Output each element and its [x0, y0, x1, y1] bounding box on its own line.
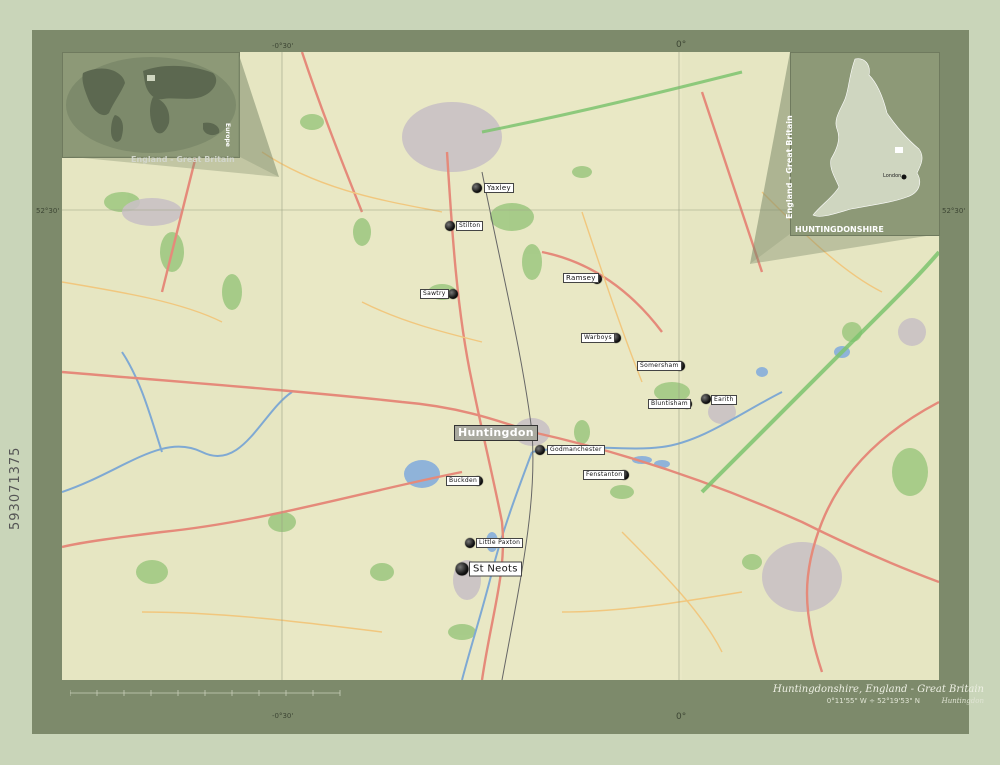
place-label-warboys: Warboys — [581, 333, 615, 343]
coord-right-mid: 52°30' — [942, 207, 966, 215]
place-marker-st-neots[interactable] — [455, 562, 469, 576]
place-marker-little-paxton[interactable] — [465, 538, 475, 548]
place-marker-stilton[interactable] — [445, 221, 455, 231]
footer-title: Huntingdonshire, England - Great Britain — [772, 684, 984, 695]
place-marker-godmanchester[interactable] — [535, 445, 545, 455]
england-inset-region-label: HUNTINGDONSHIRE — [795, 225, 884, 234]
place-label-ramsey: Ramsey — [563, 273, 599, 283]
footer-coordinates: 0°11'55" W ÷ 52°19'53" N — [826, 697, 920, 705]
place-marker-sawtry[interactable] — [448, 289, 458, 299]
place-label-stilton: Stilton — [456, 221, 484, 231]
place-label-yaxley: Yaxley — [484, 183, 514, 193]
place-label-st-neots: St Neots — [469, 561, 522, 577]
place-label-somersham: Somersham — [637, 361, 682, 371]
place-marker-earith[interactable] — [701, 394, 711, 404]
footer-capital: Huntingdon — [941, 697, 984, 705]
place-label-fenstanton: Fenstanton — [583, 470, 626, 480]
place-marker-yaxley[interactable] — [472, 183, 482, 193]
place-label-buckden: Buckden — [446, 476, 481, 486]
coord-bottom-mid: 0° — [676, 712, 687, 722]
coord-top-left: -0°30' — [272, 42, 294, 50]
place-label-little-paxton: Little Paxton — [476, 538, 524, 548]
place-label-bluntisham: Bluntisham — [648, 399, 691, 409]
place-label-huntingdon: Huntingdon — [454, 425, 538, 441]
place-label-godmanchester: Godmanchester — [547, 445, 605, 455]
scale-bar — [70, 690, 341, 696]
place-label-earith: Earith — [711, 395, 737, 405]
place-label-sawtry: Sawtry — [420, 289, 449, 299]
london-label: London — [883, 173, 902, 179]
england-shape — [812, 58, 923, 217]
coord-top-mid: 0° — [676, 40, 687, 50]
england-inset: HUNTINGDONSHIRE England - Great Britain … — [785, 52, 940, 236]
stock-watermark-id: 593071375 — [8, 446, 23, 530]
england-inset-side-label: England - Great Britain — [785, 115, 794, 219]
coord-left-mid: 52°30' — [36, 207, 60, 215]
coord-bottom-left: -0°30' — [272, 712, 294, 720]
